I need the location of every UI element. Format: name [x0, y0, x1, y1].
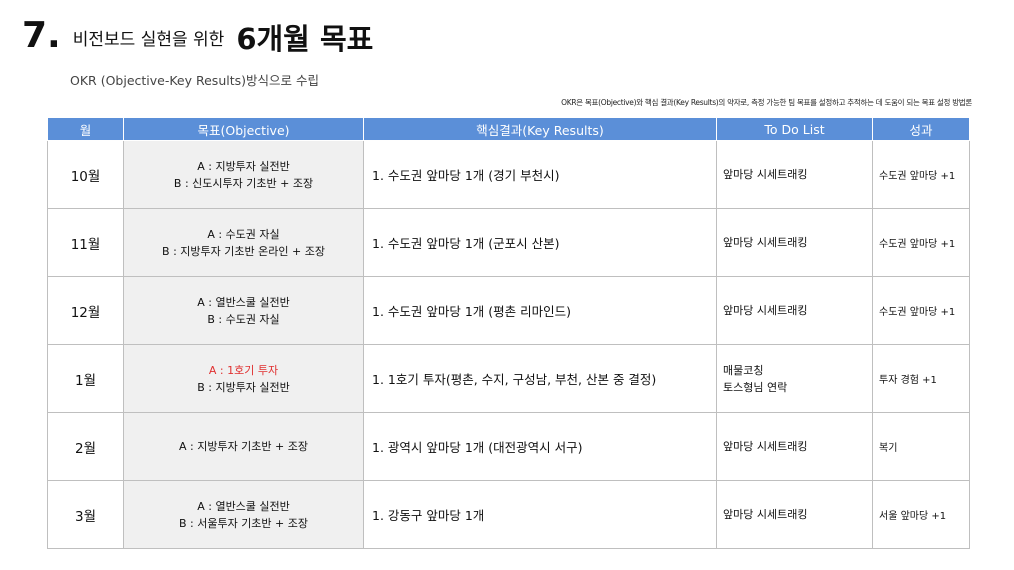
- cell-result: 수도권 앞마당 +1: [872, 208, 970, 277]
- cell-month: 2월: [47, 412, 124, 481]
- header-key-results: 핵심결과(Key Results): [363, 117, 717, 141]
- cell-month: 11월: [47, 208, 124, 277]
- section-number: 7.: [22, 15, 61, 56]
- title-big: 6개월 목표: [236, 22, 374, 56]
- cell-key-result: 1. 수도권 앞마당 1개 (평촌 리마인드): [363, 276, 717, 345]
- table-header-row: 월 목표(Objective) 핵심결과(Key Results) To Do …: [47, 117, 970, 141]
- cell-result: 서울 앞마당 +1: [872, 480, 970, 549]
- table-row: 10월 A : 지방투자 실전반 B : 신도시투자 기초반 + 조장 1. 수…: [47, 140, 970, 209]
- cell-key-result: 1. 광역시 앞마당 1개 (대전광역시 서구): [363, 412, 717, 481]
- okr-note: OKR은 목표(Objective)와 핵심 결과(Key Results)의 …: [561, 98, 972, 107]
- cell-objective: A : 열반스쿨 실전반 B : 서울투자 기초반 + 조장: [123, 480, 364, 549]
- header-todo: To Do List: [716, 117, 873, 141]
- objective-line-highlight: A : 1호기 투자: [208, 363, 279, 377]
- cell-result: 투자 경험 +1: [872, 344, 970, 413]
- objective-line: A : 열반스쿨 실전반: [197, 295, 290, 309]
- okr-table: 월 목표(Objective) 핵심결과(Key Results) To Do …: [47, 117, 970, 549]
- table-row: 3월 A : 열반스쿨 실전반 B : 서울투자 기초반 + 조장 1. 강동구…: [47, 480, 970, 549]
- cell-objective: A : 지방투자 기초반 + 조장: [123, 412, 364, 481]
- cell-todo: 앞마당 시세트래킹: [716, 140, 873, 209]
- cell-todo: 앞마당 시세트래킹: [716, 208, 873, 277]
- objective-line: A : 지방투자 기초반 + 조장: [178, 440, 308, 453]
- page-title: 7. 비전보드 실현을 위한 6개월 목표: [22, 18, 373, 54]
- objective-line: B : 지방투자 기초반 온라인 + 조장: [162, 244, 325, 258]
- header-objective: 목표(Objective): [123, 117, 364, 141]
- cell-result: 수도권 앞마당 +1: [872, 140, 970, 209]
- cell-todo: 앞마당 시세트래킹: [716, 276, 873, 345]
- todo-line: 토스형님 연락: [723, 380, 788, 394]
- cell-key-result: 1. 수도권 앞마당 1개 (군포시 산본): [363, 208, 717, 277]
- todo-line: 앞마당 시세트래킹: [723, 168, 808, 181]
- subtitle: OKR (Objective-Key Results)방식으로 수립: [70, 73, 319, 88]
- objective-line: B : 서울투자 기초반 + 조장: [178, 516, 309, 530]
- objective-line: A : 지방투자 실전반: [197, 159, 290, 173]
- cell-todo: 앞마당 시세트래킹: [716, 412, 873, 481]
- objective-line: B : 신도시투자 기초반 + 조장: [173, 176, 314, 190]
- cell-key-result: 1. 강동구 앞마당 1개: [363, 480, 717, 549]
- todo-line: 앞마당 시세트래킹: [723, 236, 808, 249]
- todo-line: 앞마당 시세트래킹: [723, 440, 808, 453]
- header-result: 성과: [872, 117, 970, 141]
- cell-result: 복기: [872, 412, 970, 481]
- objective-line: A : 열반스쿨 실전반: [197, 499, 290, 513]
- cell-key-result: 1. 1호기 투자(평촌, 수지, 구성남, 부천, 산본 중 결정): [363, 344, 717, 413]
- cell-month: 3월: [47, 480, 124, 549]
- cell-objective: A : 열반스쿨 실전반 B : 수도권 자실: [123, 276, 364, 345]
- cell-key-result: 1. 수도권 앞마당 1개 (경기 부천시): [363, 140, 717, 209]
- cell-result: 수도권 앞마당 +1: [872, 276, 970, 345]
- objective-line: B : 수도권 자실: [207, 312, 280, 326]
- cell-objective: A : 1호기 투자 B : 지방투자 실전반: [123, 344, 364, 413]
- cell-month: 12월: [47, 276, 124, 345]
- table-row: 12월 A : 열반스쿨 실전반 B : 수도권 자실 1. 수도권 앞마당 1…: [47, 276, 970, 345]
- cell-objective: A : 지방투자 실전반 B : 신도시투자 기초반 + 조장: [123, 140, 364, 209]
- title-small: 비전보드 실현을 위한: [72, 30, 225, 50]
- objective-line: A : 수도권 자실: [207, 227, 280, 241]
- cell-month: 1월: [47, 344, 124, 413]
- table-row: 2월 A : 지방투자 기초반 + 조장 1. 광역시 앞마당 1개 (대전광역…: [47, 412, 970, 481]
- header-month: 월: [47, 117, 124, 141]
- cell-month: 10월: [47, 140, 124, 209]
- objective-line: B : 지방투자 실전반: [197, 380, 290, 394]
- table-row: 1월 A : 1호기 투자 B : 지방투자 실전반 1. 1호기 투자(평촌,…: [47, 344, 970, 413]
- table-row: 11월 A : 수도권 자실 B : 지방투자 기초반 온라인 + 조장 1. …: [47, 208, 970, 277]
- cell-todo: 앞마당 시세트래킹: [716, 480, 873, 549]
- todo-line: 앞마당 시세트래킹: [723, 508, 808, 521]
- todo-line: 앞마당 시세트래킹: [723, 304, 808, 317]
- todo-line: 매물코칭: [723, 363, 764, 377]
- cell-objective: A : 수도권 자실 B : 지방투자 기초반 온라인 + 조장: [123, 208, 364, 277]
- cell-todo: 매물코칭 토스형님 연락: [716, 344, 873, 413]
